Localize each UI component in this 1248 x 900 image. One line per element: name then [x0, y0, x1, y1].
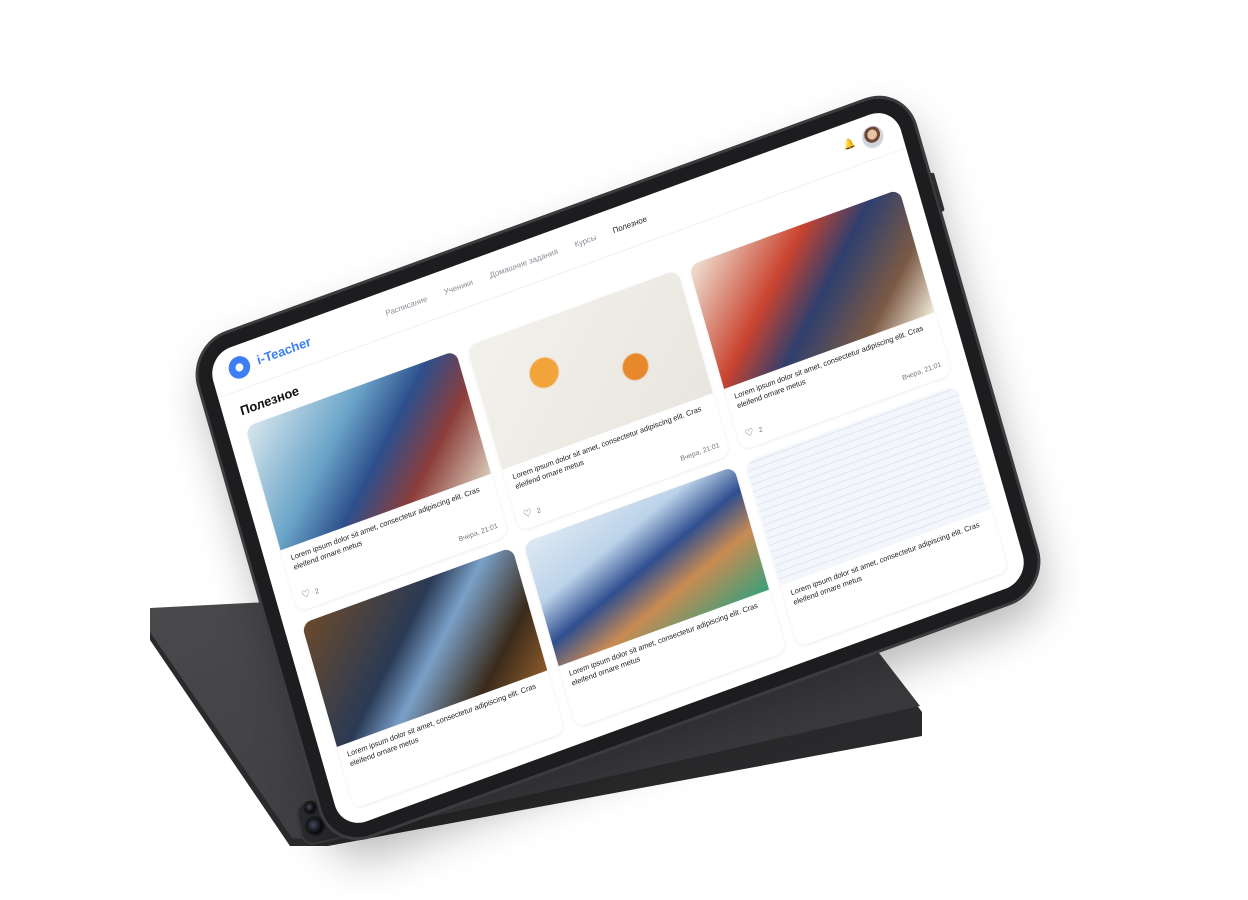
- like-button[interactable]: ♡ 2: [522, 505, 542, 521]
- topbar-actions: 🔔: [840, 122, 887, 158]
- article-date: Вчера, 21:01: [679, 441, 721, 463]
- like-button[interactable]: ♡ 2: [300, 586, 321, 602]
- like-count: 2: [757, 425, 764, 434]
- heart-icon: ♡: [743, 426, 756, 441]
- like-button[interactable]: ♡ 2: [744, 424, 764, 440]
- avatar[interactable]: [859, 122, 887, 151]
- article-date: Вчера, 21:01: [901, 360, 943, 382]
- article-date: Вчера, 21:01: [457, 522, 499, 544]
- nav-item-homework[interactable]: Домашние задания: [488, 247, 558, 280]
- brand-logo[interactable]: i-Teacher: [225, 330, 314, 382]
- heart-icon: ♡: [300, 587, 312, 602]
- nav-item-courses[interactable]: Курсы: [573, 233, 597, 249]
- nav-item-students[interactable]: Ученики: [443, 278, 474, 297]
- brand-name: i-Teacher: [255, 333, 313, 368]
- device-mockup-scene: i-Teacher Расписание Ученики Домашние за…: [0, 0, 1248, 900]
- like-count: 2: [536, 506, 542, 515]
- logo-mark-icon: [225, 352, 253, 382]
- nav-item-schedule[interactable]: Расписание: [384, 294, 428, 318]
- flash-icon: [304, 801, 317, 814]
- nav-item-useful[interactable]: Полезное: [612, 214, 648, 235]
- camera-lens-icon: [305, 816, 325, 836]
- like-count: 2: [314, 587, 320, 596]
- bell-icon[interactable]: 🔔: [842, 137, 857, 152]
- heart-icon: ♡: [522, 507, 534, 521]
